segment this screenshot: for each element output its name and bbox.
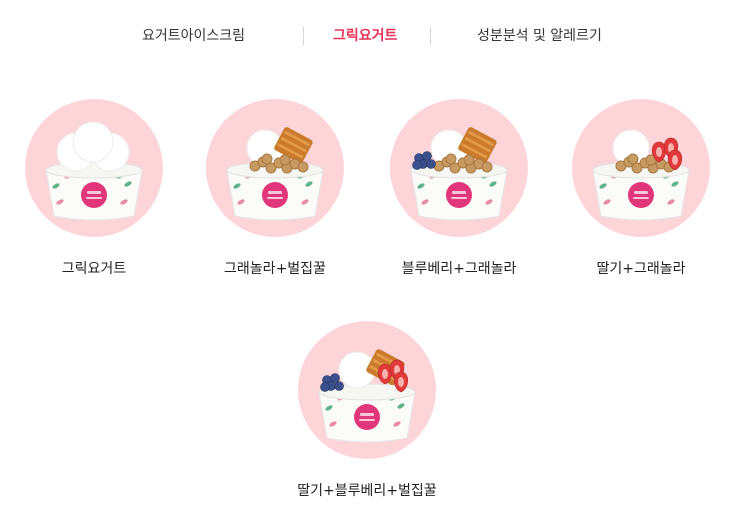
blueberry bbox=[412, 160, 422, 170]
cup-logo-label bbox=[446, 182, 472, 208]
cup-logo-mark bbox=[86, 197, 102, 199]
menu-item-label: 블루베리+그래놀라 bbox=[401, 261, 517, 277]
cup-logo-mark bbox=[87, 191, 101, 194]
blueberry bbox=[330, 373, 340, 383]
strawberry-core bbox=[656, 147, 662, 157]
blueberry bbox=[426, 159, 436, 169]
granola-cluster bbox=[297, 161, 309, 173]
menu-item-label: 딸기+블루베리+벌집꿀 bbox=[297, 483, 437, 499]
cup-logo-label bbox=[354, 404, 380, 430]
menu-item-label: 그릭요거트 bbox=[61, 261, 127, 277]
menu-item-strawberry-granola[interactable]: 딸기+그래놀라 bbox=[561, 98, 721, 278]
menu-item-label: 그래놀라+벌집꿀 bbox=[224, 261, 326, 277]
menu-item-granola-honeycomb[interactable]: 그래놀라+벌집꿀 bbox=[195, 98, 355, 278]
menu-item-blueberry-granola[interactable]: 블루베리+그래놀라 bbox=[379, 98, 539, 278]
tab-divider bbox=[430, 27, 431, 45]
strawberry-core bbox=[672, 155, 678, 165]
strawberry-core bbox=[398, 377, 404, 387]
cup-logo-mark bbox=[359, 419, 375, 421]
category-tabs: 요거트아이스크림 그릭요거트 성분분석 및 알레르기 bbox=[0, 22, 742, 50]
strawberry-blueberry-honeycomb-image bbox=[298, 321, 436, 459]
cup-rim bbox=[45, 161, 143, 179]
menu-item-greek-yogurt[interactable]: 그릭요거트 bbox=[14, 98, 174, 278]
menu-item-strawberry-blueberry-honeycomb[interactable]: 딸기+블루베리+벌집꿀 bbox=[287, 320, 447, 500]
cup-logo-label bbox=[262, 182, 288, 208]
cup-logo-mark bbox=[268, 191, 282, 194]
cup-logo-label bbox=[81, 182, 107, 208]
cup-logo-label bbox=[628, 182, 654, 208]
blueberry-granola-image bbox=[390, 99, 528, 237]
granola-cluster bbox=[261, 153, 273, 165]
tab-ingredients-allergy[interactable]: 성분분석 및 알레르기 bbox=[477, 22, 602, 50]
granola-cluster bbox=[279, 154, 291, 166]
cup-logo-mark bbox=[633, 197, 649, 199]
granola-cluster bbox=[463, 154, 475, 166]
blueberry bbox=[422, 151, 432, 161]
cup-logo-mark bbox=[634, 191, 648, 194]
cup-logo-mark bbox=[267, 197, 283, 199]
cup-logo-mark bbox=[360, 413, 374, 416]
granola-cluster bbox=[481, 161, 493, 173]
cup-logo-mark bbox=[452, 191, 466, 194]
greek-yogurt-image bbox=[25, 99, 163, 237]
granola-cluster bbox=[445, 153, 457, 165]
granola-honeycomb-image bbox=[206, 99, 344, 237]
yogurt-scoop bbox=[72, 121, 114, 163]
tab-greek-yogurt[interactable]: 그릭요거트 bbox=[333, 22, 397, 50]
blueberry bbox=[334, 381, 344, 391]
menu-item-label: 딸기+그래놀라 bbox=[596, 261, 686, 277]
granola-cluster bbox=[627, 153, 639, 165]
tab-divider bbox=[303, 27, 304, 45]
strawberry-granola-image bbox=[572, 99, 710, 237]
blueberry bbox=[320, 382, 330, 392]
tab-yogurt-icecream[interactable]: 요거트아이스크림 bbox=[142, 22, 245, 50]
strawberry-core bbox=[382, 369, 388, 379]
cup-logo-mark bbox=[451, 197, 467, 199]
